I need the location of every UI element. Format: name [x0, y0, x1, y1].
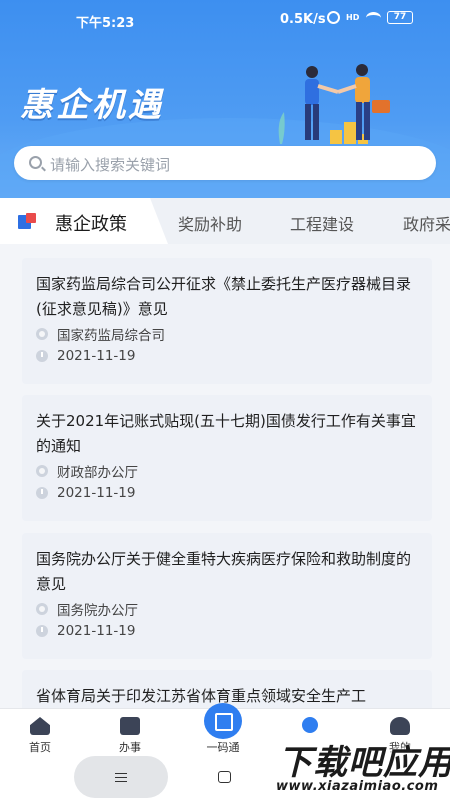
clock-icon: [36, 625, 48, 637]
department-icon: [36, 465, 48, 477]
user-icon: [390, 717, 410, 735]
article-date: 2021-11-19: [57, 485, 136, 501]
article-title: 关于2021年记账式贴现(五十七期)国债发行工作有关事宜的通知: [36, 412, 416, 455]
watermark-url: www.xiazaimiao.com: [276, 779, 439, 794]
menu-button[interactable]: [74, 756, 168, 798]
briefcase-icon: [120, 717, 140, 735]
tab-rewards[interactable]: 奖励补助: [178, 211, 242, 235]
bulb-icon: [302, 717, 318, 733]
nav-home[interactable]: 首页: [10, 709, 70, 755]
nav-one-code-label: 一码通: [206, 741, 240, 754]
tab-procurement[interactable]: 政府采: [403, 211, 450, 235]
article-title: 国家药监局综合司公开征求《禁止委托生产医疗器械目录(征求意见稿)》意见: [36, 275, 412, 318]
policy-flag-icon: [18, 213, 36, 229]
article-source: 国务院办公厅: [57, 603, 138, 619]
clock-icon: [36, 350, 48, 362]
wifi-icon: [366, 11, 381, 24]
search-input[interactable]: 请输入搜索关键词: [50, 154, 170, 175]
nav-home-label: 首页: [29, 741, 51, 754]
nav-services[interactable]: 办事: [100, 709, 160, 755]
policy-list: 国家药监局综合司公开征求《禁止委托生产医疗器械目录(征求意见稿)》意见 国家药监…: [0, 244, 450, 708]
list-item[interactable]: 国务院办公厅关于健全重特大疾病医疗保险和救助制度的意见 国务院办公厅 2021-…: [22, 533, 432, 659]
search-bar[interactable]: 请输入搜索关键词: [14, 146, 436, 180]
article-source: 国家药监局综合司: [57, 328, 165, 344]
tab-engineering[interactable]: 工程建设: [290, 211, 354, 235]
header-banner: 下午5:23 0.5K/s HD 77 惠企机遇 请输入搜索关键词: [0, 0, 450, 200]
clock-icon: [36, 487, 48, 499]
app-title: 惠企机遇: [20, 85, 164, 124]
status-time: 下午5:23: [76, 16, 135, 31]
menu-icon: [115, 773, 127, 782]
nav-services-label: 办事: [119, 741, 141, 754]
qr-scan-icon[interactable]: [204, 703, 242, 739]
watermark: 下载吧应用 www.xiazaimiao.com: [262, 735, 450, 800]
hd-icon: HD: [346, 12, 360, 22]
department-icon: [36, 603, 48, 615]
tab-label: 惠企政策: [55, 214, 127, 235]
list-item[interactable]: 关于2021年记账式贴现(五十七期)国债发行工作有关事宜的通知 财政部办公厅 2…: [22, 395, 432, 521]
tab-policy[interactable]: 惠企政策: [0, 198, 168, 244]
article-date: 2021-11-19: [57, 348, 136, 364]
article-title: 国务院办公厅关于健全重特大疾病医疗保险和救助制度的意见: [36, 550, 412, 593]
article-source: 财政部办公厅: [57, 465, 138, 481]
article-date: 2021-11-19: [57, 623, 136, 639]
home-button-icon[interactable]: [218, 771, 231, 783]
handshake-illustration: [278, 64, 390, 144]
category-tabs: 惠企政策 奖励补助 工程建设 政府采: [0, 198, 450, 244]
list-item[interactable]: 国家药监局综合司公开征求《禁止委托生产医疗器械目录(征求意见稿)》意见 国家药监…: [22, 258, 432, 384]
department-icon: [36, 328, 48, 340]
battery-icon: 77: [387, 11, 413, 24]
status-bar: 下午5:23 0.5K/s HD 77: [0, 0, 450, 40]
network-speed: 0.5K/s: [280, 12, 326, 27]
list-item[interactable]: 省体育局关于印发江苏省体育重点领域安全生产工: [22, 670, 432, 708]
home-icon: [30, 717, 50, 735]
watermark-title: 下载吧应用: [278, 743, 450, 783]
alarm-icon: [327, 11, 340, 24]
search-icon: [29, 156, 42, 169]
